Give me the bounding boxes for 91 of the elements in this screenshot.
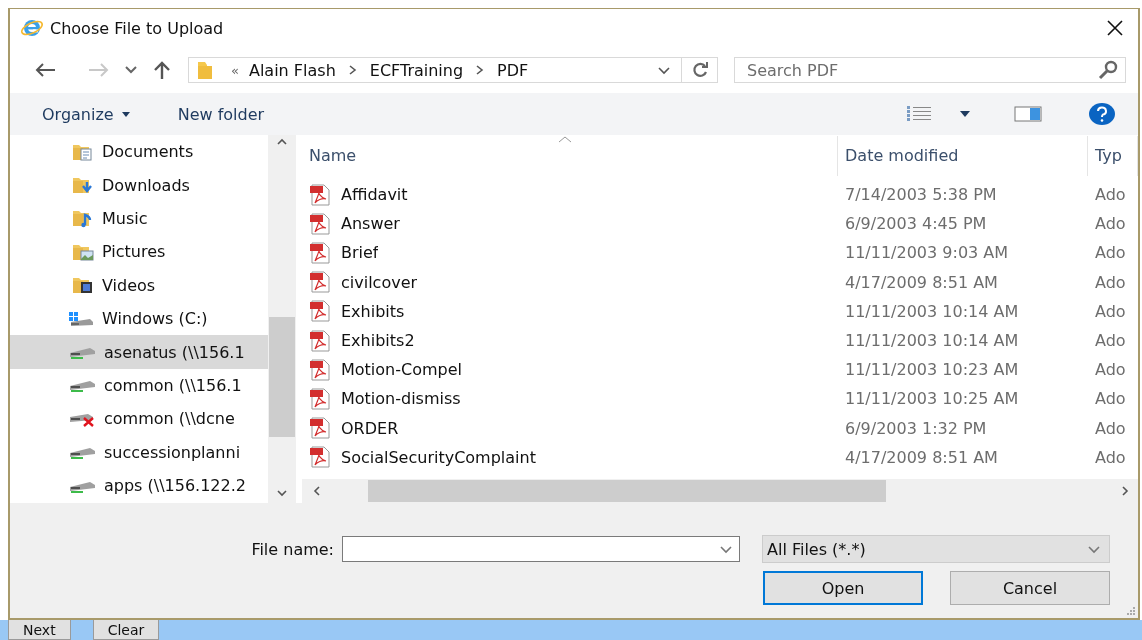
file-name-label: File name:	[251, 539, 335, 559]
scrollbar-thumb[interactable]	[269, 317, 295, 437]
navigation-item[interactable]: Music	[10, 201, 268, 236]
search-icon	[1098, 60, 1118, 80]
pdf-file-icon	[309, 446, 331, 469]
date-modified: 11/11/2003 9:03 AM	[844, 243, 1010, 263]
column-header[interactable]: Typ	[1088, 136, 1138, 176]
date-modified: 7/14/2003 5:38 PM	[844, 185, 998, 205]
date-modified: 6/9/2003 4:45 PM	[844, 214, 988, 234]
dialog-button[interactable]: Cancel	[950, 571, 1110, 605]
file-type: Ado	[1094, 360, 1127, 380]
resize-grip-icon	[1124, 604, 1136, 616]
file-name[interactable]: ORDER	[341, 418, 399, 438]
breadcrumb-item[interactable]: Alain Flash	[248, 60, 336, 80]
column-header[interactable]: Name	[302, 136, 838, 176]
new-folder-button[interactable]: New folder	[177, 102, 265, 126]
caret-icon	[121, 111, 130, 117]
pdf-file-icon	[309, 241, 331, 264]
navigation-item[interactable]: apps (\\156.122.2	[10, 468, 268, 503]
overflow-mark: «	[231, 62, 239, 78]
navigation-item[interactable]: Documents	[10, 135, 268, 169]
file-name[interactable]: Exhibits2	[341, 331, 415, 351]
scroll-down-icon	[275, 487, 289, 499]
column-header[interactable]: Date modified	[838, 136, 1088, 176]
file-type: Ado	[1094, 447, 1127, 467]
file-type: Ado	[1094, 389, 1127, 409]
drive-icon	[68, 309, 94, 328]
file-type-dropdown[interactable]: All Files (*.*)	[762, 535, 1110, 563]
navigation-item[interactable]: Windows (C:)	[10, 301, 268, 336]
date-modified: 4/17/2009 8:51 AM	[844, 272, 999, 292]
arrow-up-icon	[152, 60, 172, 80]
file-type: Ado	[1094, 214, 1127, 234]
chevron-down-icon	[1087, 543, 1101, 555]
chevron-down-icon	[719, 543, 733, 555]
chevron-down-icon	[124, 65, 138, 75]
file-name-field[interactable]	[342, 536, 740, 562]
breadcrumb-item[interactable]: PDF	[497, 60, 529, 80]
navigation-item[interactable]: asenatus (\\156.1	[10, 335, 268, 369]
pdf-file-icon	[309, 387, 331, 410]
navigation-item[interactable]: common (\\dcne	[10, 402, 268, 436]
chevron-down-icon	[657, 64, 671, 76]
pdf-file-icon	[309, 329, 331, 352]
file-name[interactable]: SocialSecurityComplaint	[341, 447, 536, 467]
file-type: Ado	[1094, 185, 1127, 205]
dialog-button[interactable]: Open	[763, 571, 923, 605]
file-type: Ado	[1094, 331, 1127, 351]
window-title: Choose File to Upload	[50, 18, 225, 38]
refresh-icon	[690, 61, 709, 79]
arrow-right-icon	[88, 62, 110, 78]
caret-icon	[960, 111, 970, 117]
videos-folder-icon	[72, 275, 94, 296]
address-bar[interactable]: « Alain Flash ECFTraining PDF	[188, 57, 718, 83]
date-modified: 11/11/2003 10:25 AM	[844, 389, 1020, 409]
sort-caret-icon	[558, 135, 572, 143]
folder-icon	[197, 60, 213, 80]
page-button[interactable]: Next	[8, 620, 71, 640]
organize-menu[interactable]: Organize	[42, 102, 130, 126]
breadcrumb-item[interactable]: ECFTraining	[369, 60, 464, 80]
file-type: Ado	[1094, 272, 1127, 292]
search-field[interactable]: Search PDF	[734, 57, 1126, 83]
navigation-item[interactable]: successionplanni	[10, 435, 268, 469]
downloads-folder-icon	[72, 175, 94, 196]
file-name[interactable]: Answer	[341, 214, 400, 234]
file-name[interactable]: civilcover	[341, 272, 418, 292]
file-name[interactable]: Motion-dismiss	[341, 389, 461, 409]
navigation-item[interactable]: Pictures	[10, 235, 268, 269]
date-modified: 11/11/2003 10:23 AM	[844, 360, 1020, 380]
file-type: Ado	[1094, 418, 1127, 438]
file-type: Ado	[1094, 301, 1127, 321]
music-folder-icon	[72, 208, 94, 229]
file-name[interactable]: Motion-Compel	[341, 360, 462, 380]
pdf-file-icon	[309, 358, 331, 381]
pdf-file-icon	[309, 271, 331, 294]
navigation-item[interactable]: Videos	[10, 268, 268, 302]
page-button[interactable]: Clear	[92, 620, 160, 640]
file-name[interactable]: Brief	[341, 243, 379, 263]
pdf-file-icon	[309, 183, 331, 206]
pdf-file-icon	[309, 212, 331, 235]
date-modified: 6/9/2003 1:32 PM	[844, 418, 988, 438]
file-name[interactable]: Exhibits	[341, 301, 405, 321]
navigation-item[interactable]: Downloads	[10, 168, 268, 202]
date-modified: 4/17/2009 8:51 AM	[844, 447, 999, 467]
file-type: Ado	[1094, 243, 1127, 263]
file-name[interactable]: Affidavit	[341, 185, 408, 205]
browser-logo-icon	[20, 17, 44, 39]
pdf-file-icon	[309, 417, 331, 440]
date-modified: 11/11/2003 10:14 AM	[844, 331, 1020, 351]
date-modified: 11/11/2003 10:14 AM	[844, 301, 1020, 321]
scrollbar-thumb[interactable]	[368, 480, 886, 502]
pdf-file-icon	[309, 300, 331, 323]
navigation-item[interactable]: common (\\156.1	[10, 368, 268, 403]
